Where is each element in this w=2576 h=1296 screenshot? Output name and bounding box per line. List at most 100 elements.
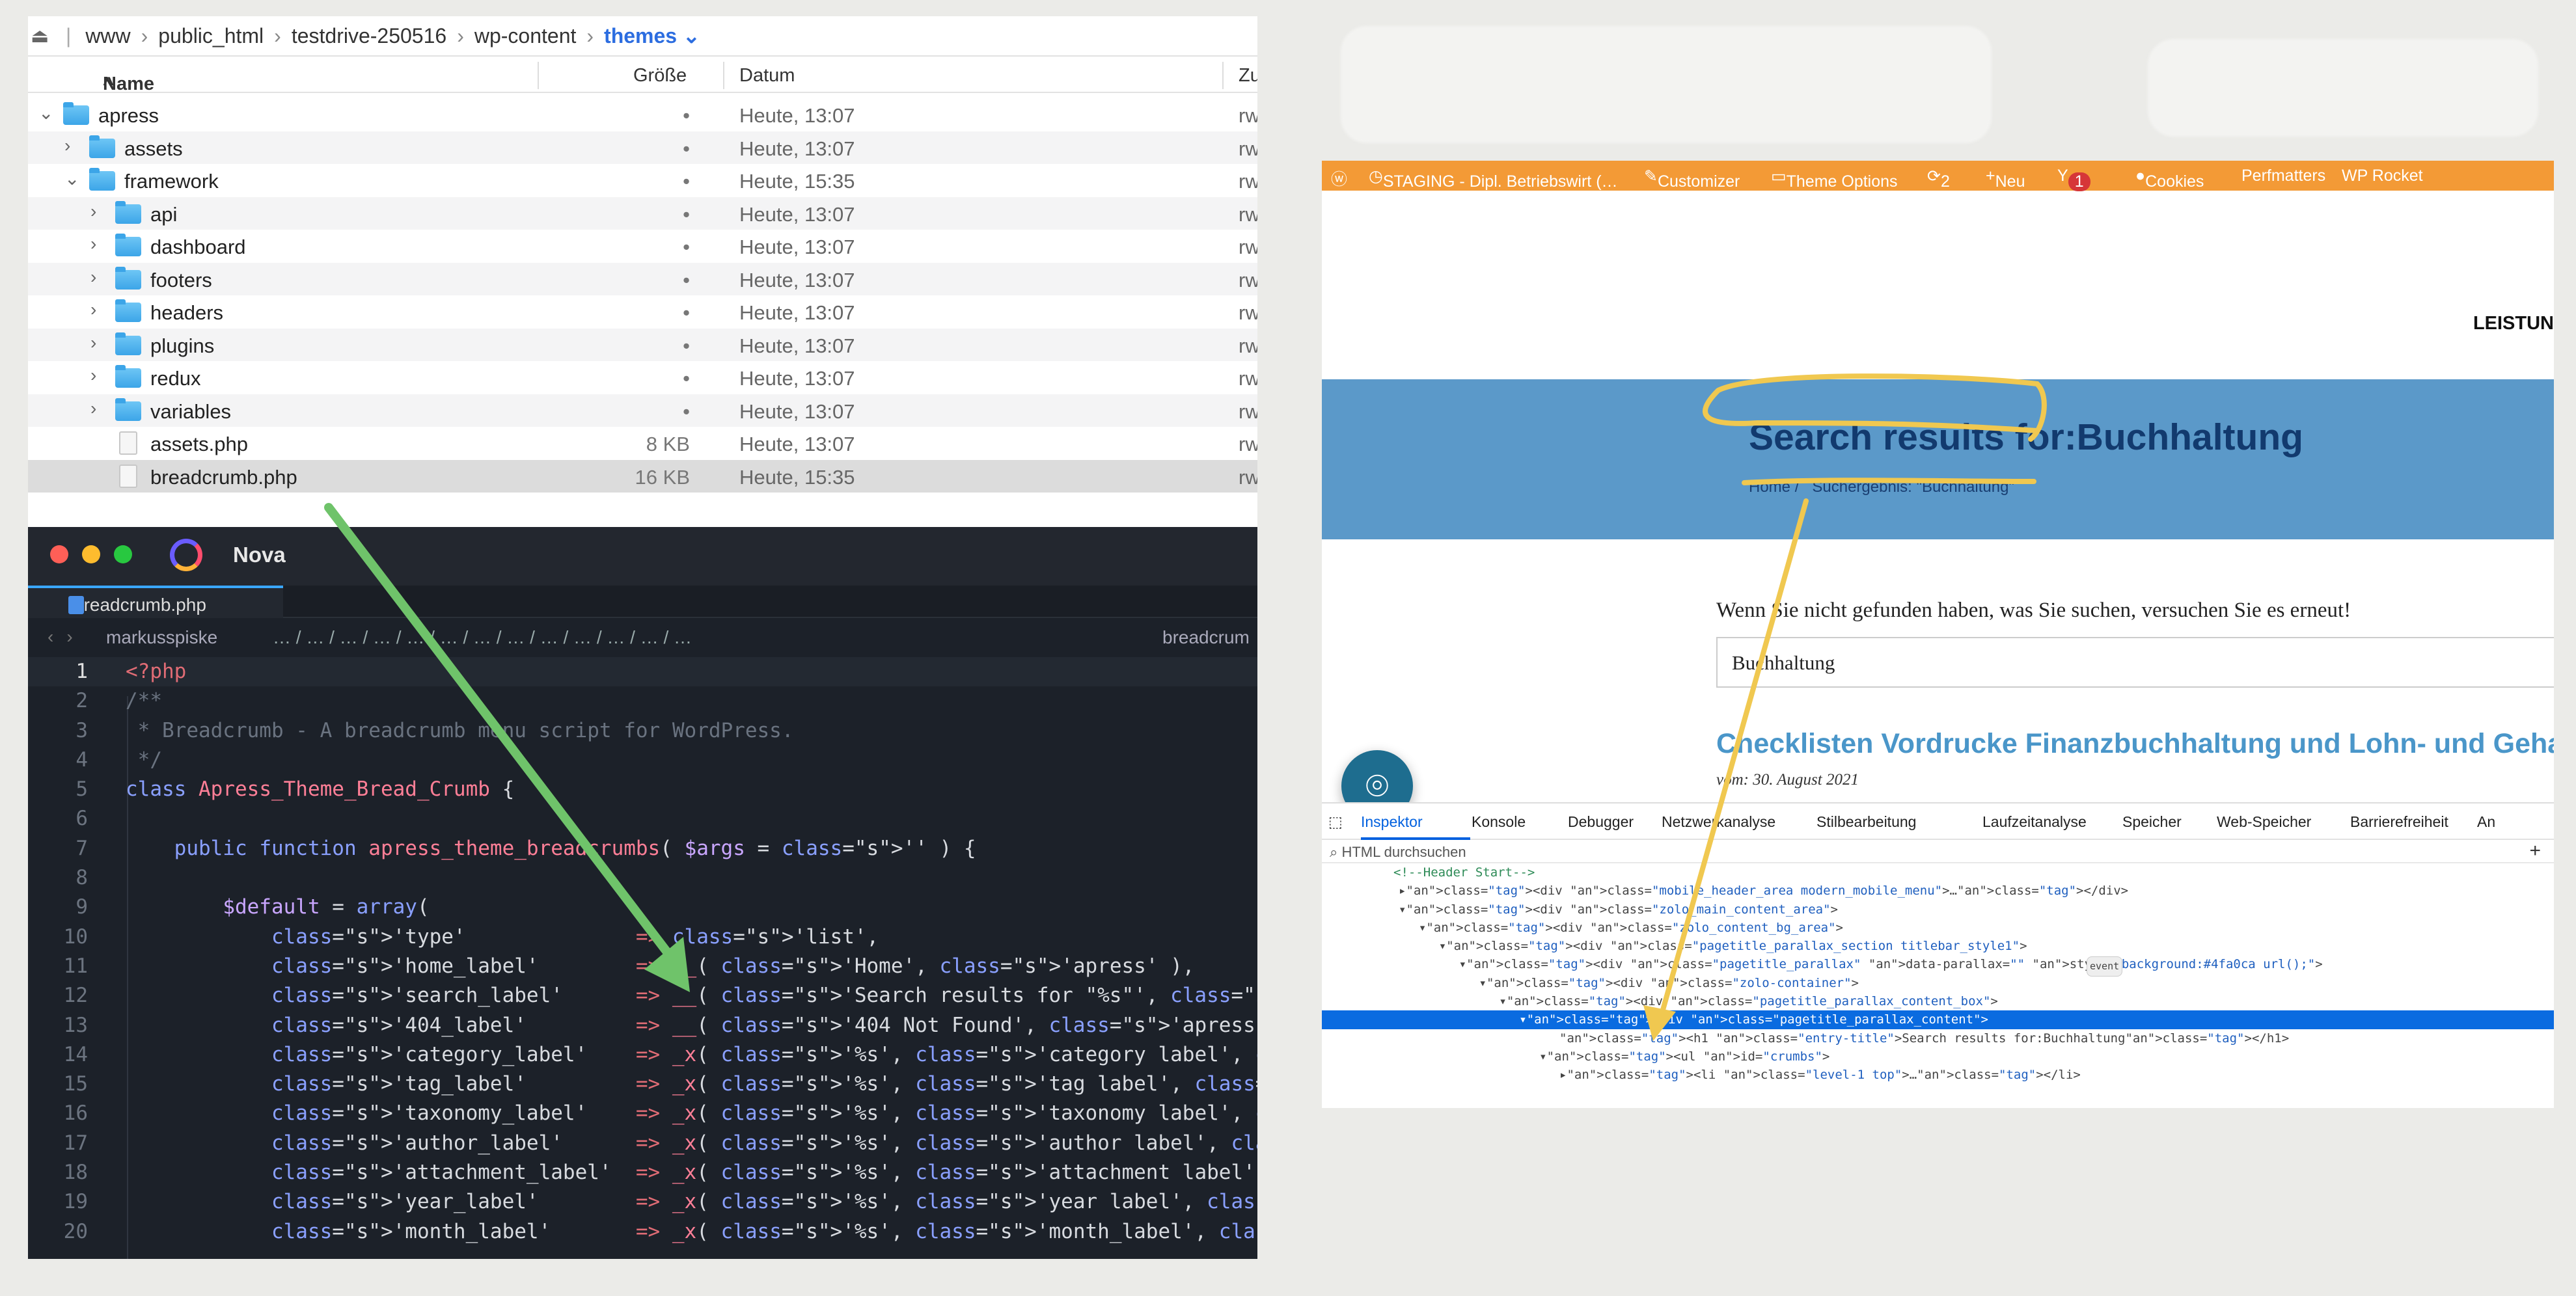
zoom-window-button[interactable] xyxy=(114,545,132,563)
column-date[interactable]: Datum xyxy=(739,65,795,87)
chevron-down-icon[interactable]: ⌄ xyxy=(38,102,53,124)
column-perm[interactable]: Zu xyxy=(1239,65,1257,87)
code-line[interactable]: 17 class="s">'author_label' => _x( class… xyxy=(28,1129,1257,1158)
path-current-file[interactable]: breadcrum xyxy=(1162,627,1250,648)
folder-row[interactable]: ⌄ apress • Heute, 13:07 rw xyxy=(28,98,1257,131)
code-line[interactable]: 5 class Apress_Theme_Bread_Crumb { xyxy=(28,775,1257,804)
code-line[interactable]: 10 class="s">'type' => class="s">'list', xyxy=(28,923,1257,952)
crumb-testdrive[interactable]: testdrive-250516 xyxy=(292,24,446,48)
code-line[interactable]: 16 class="s">'taxonomy_label' => _x( cla… xyxy=(28,1099,1257,1128)
devtools-tab-an[interactable]: An xyxy=(2477,813,2495,831)
adminbar-new[interactable]: + Neu xyxy=(1986,167,2025,191)
dom-node[interactable]: ▸"an">class="tag"><li "an">class="level-… xyxy=(1322,1066,2554,1084)
code-line[interactable]: 20 class="s">'month_label' => _x( class=… xyxy=(28,1217,1257,1247)
devtools-tab-debugger[interactable]: Debugger xyxy=(1568,813,1634,831)
devtools-tab-netzwerkanalyse[interactable]: Netzwerkanalyse xyxy=(1662,813,1775,831)
chevron-right-icon[interactable]: › xyxy=(90,299,96,320)
code-line[interactable]: 19 class="s">'year_label' => _x( class="… xyxy=(28,1187,1257,1217)
adminbar-site[interactable]: ◷ STAGING - Dipl. Betriebswirt (… xyxy=(1369,167,1618,191)
minimize-window-button[interactable] xyxy=(82,545,100,563)
dom-node[interactable]: ▾"an">class="tag"><div "an">class="paget… xyxy=(1322,992,2554,1010)
dom-node[interactable]: ▸"an">class="tag"><div "an">class="mobil… xyxy=(1322,882,2554,900)
code-line[interactable]: 7 public function apress_theme_breadcrum… xyxy=(28,834,1257,863)
code-line[interactable]: 11 class="s">'home_label' => __( class="… xyxy=(28,952,1257,981)
add-node-icon[interactable]: + xyxy=(2529,840,2541,862)
code-editor[interactable]: 1 <?php 2 /** 3 * Breadcrumb - A breadcrumb … xyxy=(28,657,1257,1247)
result-title-link[interactable]: Checklisten Vordrucke Finanzbuchhaltung … xyxy=(1716,728,2554,760)
chevron-right-icon[interactable]: › xyxy=(90,234,96,254)
adminbar-theme-options[interactable]: ▭ Theme Options xyxy=(1771,167,1898,191)
chevron-right-icon[interactable]: › xyxy=(90,365,96,386)
folder-row[interactable]: ⌄ framework • Heute, 15:35 rw xyxy=(28,164,1257,197)
code-line[interactable]: 13 class="s">'404_label' => __( class="s… xyxy=(28,1011,1257,1040)
code-line[interactable]: 4 */ xyxy=(28,746,1257,775)
folder-row[interactable]: › assets • Heute, 13:07 rw xyxy=(28,131,1257,164)
devtools-tab-konsole[interactable]: Konsole xyxy=(1472,813,1526,831)
adminbar-wp-rocket[interactable]: WP Rocket xyxy=(2342,167,2423,185)
tab-breadcrumb-php[interactable]: breadcrumb.php xyxy=(28,586,283,618)
code-line[interactable]: 9 $default = array( xyxy=(28,893,1257,922)
dom-node[interactable]: "an">class="tag"><h1 "an">class="entry-t… xyxy=(1322,1029,2554,1047)
dom-node[interactable]: <!--Header Start--> xyxy=(1322,863,2554,882)
dom-node[interactable]: ▾"an">class="tag"><div "an">class="zolo-… xyxy=(1322,974,2554,992)
adminbar-customizer[interactable]: ✎ Customizer xyxy=(1644,167,1740,191)
chevron-down-icon[interactable]: ⌄ xyxy=(64,168,79,189)
breadcrumb-home[interactable]: Home / xyxy=(1749,478,1799,496)
code-line[interactable]: 6 xyxy=(28,804,1257,833)
folder-row[interactable]: › plugins • Heute, 13:07 rw xyxy=(28,328,1257,361)
chevron-right-icon[interactable]: › xyxy=(90,201,96,222)
crumb-themes[interactable]: themes ⌄ xyxy=(604,23,700,48)
code-line[interactable]: 12 class="s">'search_label' => __( class… xyxy=(28,981,1257,1010)
path-segments[interactable]: … / … / … / … / … / … / … / … / … / … / … xyxy=(273,627,692,648)
folder-row[interactable]: › redux • Heute, 13:07 rw xyxy=(28,361,1257,394)
code-line[interactable]: 2 /** xyxy=(28,686,1257,716)
column-size[interactable]: Größe xyxy=(633,65,687,87)
adminbar-perfmatters[interactable]: Perfmatters xyxy=(2241,167,2325,185)
dom-node[interactable]: ▾"an">class="tag"><div "an">class="zolo_… xyxy=(1322,919,2554,937)
folder-row[interactable]: › headers • Heute, 13:07 rw xyxy=(28,295,1257,329)
adminbar-updates[interactable]: ⟳ 2 xyxy=(1927,167,1950,191)
crumb-wp-content[interactable]: wp-content xyxy=(474,24,577,48)
crumb-public-html[interactable]: public_html xyxy=(158,24,264,48)
code-line[interactable]: 18 class="s">'attachment_label' => _x( c… xyxy=(28,1158,1257,1187)
chevron-right-icon[interactable]: › xyxy=(90,332,96,353)
dom-node[interactable]: ▾"an">class="tag"><div "an">class="zolo_… xyxy=(1322,900,2554,919)
devtools-tab-stilbearbeitung[interactable]: Stilbearbeitung xyxy=(1816,813,1916,831)
chevron-right-icon[interactable]: › xyxy=(90,267,96,288)
code-line[interactable]: 14 class="s">'category_label' => _x( cla… xyxy=(28,1040,1257,1070)
element-picker-icon[interactable]: ⬚ xyxy=(1328,813,1343,831)
dom-node[interactable]: ▾"an">class="tag"><div "an">class="paget… xyxy=(1322,955,2554,977)
nav-item-leistungen[interactable]: LEISTUN xyxy=(2473,313,2554,334)
code-line[interactable]: 15 class="s">'tag_label' => _x( class="s… xyxy=(28,1070,1257,1099)
adminbar-yoast[interactable]: Y 1 xyxy=(2057,167,2090,191)
code-line[interactable]: 1 <?php xyxy=(28,657,1257,687)
chevron-right-icon[interactable]: › xyxy=(64,135,70,156)
adminbar-cookies[interactable]: ● Cookies xyxy=(2135,167,2204,191)
code-line[interactable]: 3 * Breadcrumb - A breadcrumb menu scrip… xyxy=(28,716,1257,746)
path-home[interactable]: markusspiske xyxy=(106,627,217,648)
dom-node[interactable]: ▾"an">class="tag"><ul "an">id="crumbs"> xyxy=(1322,1047,2554,1066)
chevron-right-icon[interactable]: › xyxy=(90,398,96,419)
devtools-tab-inspektor[interactable]: Inspektor xyxy=(1361,813,1423,831)
file-row[interactable]: assets.php 8 KB Heute, 13:07 rw xyxy=(28,427,1257,460)
wordpress-icon[interactable]: ⓦ xyxy=(1331,167,1347,190)
devtools-tab-speicher[interactable]: Speicher xyxy=(2122,813,2182,831)
folder-row[interactable]: › dashboard • Heute, 13:07 rw xyxy=(28,230,1257,263)
code-line[interactable]: 8 xyxy=(28,863,1257,893)
devtools-tab-web-speicher[interactable]: Web-Speicher xyxy=(2217,813,2311,831)
folder-row[interactable]: › variables • Heute, 13:07 rw xyxy=(28,394,1257,427)
devtools-tab-laufzeitanalyse[interactable]: Laufzeitanalyse xyxy=(1982,813,2087,831)
eject-icon[interactable]: ⏏ xyxy=(31,25,57,47)
back-forward-icon[interactable]: ‹› xyxy=(48,627,86,647)
devtools-tab-barrierefreiheit[interactable]: Barrierefreiheit xyxy=(2350,813,2448,831)
search-input[interactable]: Buchhaltung xyxy=(1716,637,2554,688)
close-window-button[interactable] xyxy=(50,545,68,563)
dom-node[interactable]: ▾"an">class="tag"><div "an">class="paget… xyxy=(1322,1010,2554,1029)
html-search[interactable]: ⌕ HTML durchsuchen + xyxy=(1322,840,2554,863)
file-row[interactable]: breadcrumb.php 16 KB Heute, 15:35 rw xyxy=(28,459,1257,493)
folder-row[interactable]: › api • Heute, 13:07 rw xyxy=(28,196,1257,230)
dom-tree[interactable]: <!--Header Start--> ▸"an">class="tag"><di… xyxy=(1322,863,2554,1085)
crumb-www[interactable]: www xyxy=(85,24,130,48)
folder-row[interactable]: › footers • Heute, 13:07 rw xyxy=(28,262,1257,295)
dom-node[interactable]: ▾"an">class="tag"><div "an">class="paget… xyxy=(1322,937,2554,955)
